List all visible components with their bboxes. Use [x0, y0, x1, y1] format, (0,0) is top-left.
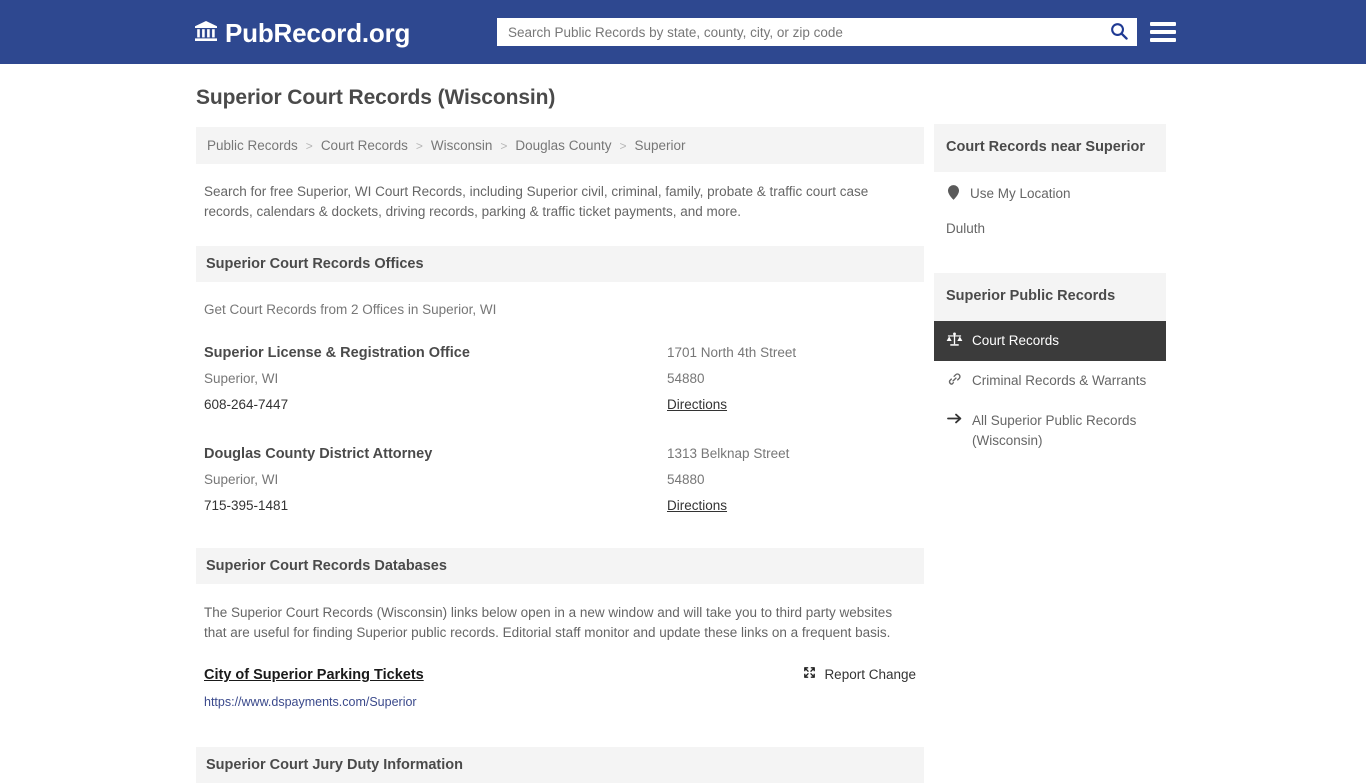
office-details: Douglas County District Attorney Superio… — [204, 441, 667, 519]
office-details: Superior License & Registration Office S… — [204, 340, 667, 418]
breadcrumb-item-douglas-county[interactable]: Douglas County — [514, 138, 612, 153]
office-directions-link[interactable]: Directions — [667, 493, 727, 519]
use-my-location-label: Use My Location — [970, 186, 1071, 201]
offices-section-subheading: Get Court Records from 2 Offices in Supe… — [204, 302, 497, 317]
database-entry: City of Superior Parking Tickets Report … — [196, 665, 924, 685]
breadcrumb-item-court-records[interactable]: Court Records — [320, 138, 409, 153]
breadcrumb-separator: > — [619, 138, 627, 153]
main-column: Superior Court Records (Wisconsin) Publi… — [196, 86, 924, 783]
arrow-right-icon — [946, 412, 963, 425]
search-bar — [497, 18, 1137, 46]
breadcrumb-separator: > — [500, 138, 508, 153]
office-address: 1701 North 4th Street 54880 Directions — [667, 340, 916, 418]
office-name-link[interactable]: Superior License & Registration Office — [204, 340, 667, 366]
office-city-state: Superior, WI — [204, 472, 279, 487]
office-city-state: Superior, WI — [204, 371, 279, 386]
search-button[interactable] — [1102, 19, 1136, 45]
search-icon — [1110, 22, 1128, 43]
sidebar-records-heading: Superior Public Records — [934, 273, 1166, 321]
map-pin-icon — [946, 185, 961, 200]
sidebar-item-label: All Superior Public Records (Wisconsin) — [972, 413, 1137, 448]
link-chain-icon — [946, 372, 963, 387]
intro-paragraph: Search for free Superior, WI Court Recor… — [204, 184, 869, 219]
sidebar-item-all-public-records[interactable]: All Superior Public Records (Wisconsin) — [934, 401, 1166, 461]
databases-section-heading: Superior Court Records Databases — [196, 548, 924, 584]
breadcrumb-item-public-records[interactable]: Public Records — [206, 138, 299, 153]
logo-text: PubRecord.org — [225, 18, 411, 48]
broken-link-icon — [802, 665, 817, 683]
search-input[interactable] — [498, 19, 1102, 45]
office-name-link[interactable]: Douglas County District Attorney — [204, 441, 667, 467]
sidebar-item-label: Criminal Records & Warrants — [972, 373, 1147, 388]
office-street: 1701 North 4th Street — [667, 345, 797, 360]
breadcrumb-item-wisconsin[interactable]: Wisconsin — [430, 138, 494, 153]
jury-section-heading: Superior Court Jury Duty Information — [196, 747, 924, 783]
office-phone-link[interactable]: 715-395-1481 — [204, 493, 667, 519]
report-change-label: Report Change — [824, 666, 916, 682]
office-street: 1313 Belknap Street — [667, 446, 790, 461]
hamburger-menu-icon[interactable] — [1150, 19, 1176, 45]
site-header: PubRecord.org — [0, 0, 1366, 64]
office-address: 1313 Belknap Street 54880 Directions — [667, 441, 916, 519]
sidebar: Court Records near Superior Use My Locat… — [934, 124, 1166, 461]
breadcrumb-separator: > — [305, 138, 313, 153]
site-logo[interactable]: PubRecord.org — [194, 18, 410, 48]
databases-description: The Superior Court Records (Wisconsin) l… — [204, 605, 893, 640]
report-change-button[interactable]: Report Change — [802, 665, 916, 683]
office-zip: 54880 — [667, 371, 705, 386]
database-url-link[interactable]: https://www.dspayments.com/Superior — [196, 693, 924, 711]
database-title-link[interactable]: City of Superior Parking Tickets — [204, 665, 424, 685]
scales-of-justice-icon — [946, 332, 963, 347]
breadcrumb-separator: > — [415, 138, 423, 153]
sidebar-item-criminal-records[interactable]: Criminal Records & Warrants — [934, 361, 1166, 401]
office-directions-link[interactable]: Directions — [667, 392, 727, 418]
sidebar-item-label: Court Records — [972, 333, 1060, 348]
sidebar-item-court-records[interactable]: Court Records — [934, 321, 1166, 361]
nearby-city-duluth[interactable]: Duluth — [934, 216, 1166, 251]
office-phone-link[interactable]: 608-264-7447 — [204, 392, 667, 418]
sidebar-near-heading: Court Records near Superior — [934, 124, 1166, 172]
offices-section-heading: Superior Court Records Offices — [196, 246, 924, 282]
breadcrumb-item-superior[interactable]: Superior — [633, 138, 686, 153]
use-my-location-button[interactable]: Use My Location — [934, 172, 1166, 216]
office-entry: Douglas County District Attorney Superio… — [196, 441, 924, 519]
bank-building-icon — [194, 19, 218, 48]
page-title: Superior Court Records (Wisconsin) — [196, 86, 556, 109]
office-entry: Superior License & Registration Office S… — [196, 340, 924, 418]
office-zip: 54880 — [667, 472, 705, 487]
breadcrumb: Public Records > Court Records > Wiscons… — [196, 127, 924, 164]
